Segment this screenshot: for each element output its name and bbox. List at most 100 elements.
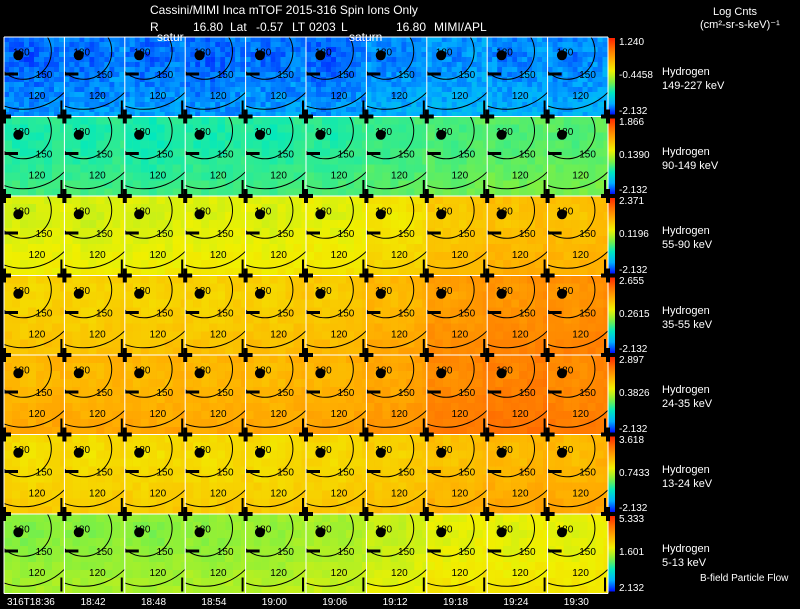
contour-label: 120: [210, 489, 227, 500]
contour-label: 150: [277, 229, 294, 240]
contour-label: 150: [398, 468, 415, 479]
contour-label: 180: [496, 365, 513, 376]
contour-label: 180: [255, 524, 272, 535]
contour-label: 150: [156, 70, 173, 81]
contour-label: 180: [73, 127, 90, 138]
contour-label: 150: [36, 150, 53, 161]
colorbar-max-label: 2.371: [619, 196, 645, 207]
contour-label: 150: [579, 388, 596, 399]
contour-label: 120: [149, 91, 166, 102]
contour-label: 180: [134, 445, 151, 456]
contour-label: 180: [194, 206, 211, 217]
contour-label: 180: [13, 365, 30, 376]
contour-label: 150: [519, 388, 536, 399]
contour-label: 180: [557, 286, 574, 297]
contour-label: 180: [134, 524, 151, 535]
contour-label: 180: [255, 206, 272, 217]
contour-label: 150: [458, 547, 475, 558]
contour-label: 180: [255, 445, 272, 456]
contour-label: 180: [134, 206, 151, 217]
time-tick-label: 19:30: [563, 597, 589, 608]
contour-label: 120: [512, 568, 529, 579]
contour-label: 180: [375, 524, 392, 535]
colorbar-max-label: 1.866: [619, 116, 645, 128]
contour-label: 180: [557, 127, 574, 138]
contour-label: 120: [512, 91, 529, 102]
contour-label: 180: [194, 365, 211, 376]
contour-label: 180: [134, 127, 151, 138]
contour-label: 120: [89, 489, 106, 500]
colorbar: [608, 117, 615, 194]
contour-label: 180: [315, 206, 332, 217]
contour-label: 150: [156, 388, 173, 399]
contour-label: 150: [338, 388, 355, 399]
contour-label: 120: [29, 171, 46, 182]
contour-label: 150: [217, 468, 234, 479]
contour-label: 180: [436, 365, 453, 376]
contour-label: 150: [156, 547, 173, 558]
contour-label: 180: [557, 206, 574, 217]
colorbar-max-label: 1.240: [619, 37, 645, 48]
contour-label: 150: [156, 468, 173, 479]
contour-label: 180: [375, 445, 392, 456]
contour-label: 150: [96, 309, 113, 320]
contour-label: 120: [512, 330, 529, 341]
colorbar-min-label: -2.132: [619, 423, 648, 435]
contour-label: 180: [134, 286, 151, 297]
time-tick-label: 19:24: [503, 597, 529, 608]
contour-label: 180: [375, 127, 392, 138]
contour-label: 150: [277, 547, 294, 558]
l-value: 16.80: [396, 20, 427, 34]
time-tick-label: 316T18:36: [7, 597, 55, 608]
contour-label: 120: [512, 489, 529, 500]
contour-label: 150: [217, 229, 234, 240]
contour-label: 120: [89, 409, 106, 420]
contour-label: 180: [557, 365, 574, 376]
contour-label: 150: [96, 150, 113, 161]
contour-label: 180: [13, 445, 30, 456]
contour-label: 150: [398, 70, 415, 81]
energy-channel-label: Hydrogen 149-227 keV: [662, 66, 725, 92]
colorbar: [608, 435, 615, 512]
contour-label: 120: [149, 409, 166, 420]
contour-label: 150: [156, 150, 173, 161]
contour-label: 180: [375, 206, 392, 217]
contour-label: 120: [451, 250, 468, 261]
contour-label: 120: [29, 250, 46, 261]
colorbar-mid-label: 0.3826: [619, 388, 650, 399]
contour-label: 150: [96, 70, 113, 81]
contour-label: 120: [451, 171, 468, 182]
contour-label: 150: [579, 229, 596, 240]
contour-label: 180: [375, 286, 392, 297]
contour-label: 180: [315, 127, 332, 138]
contour-label: 150: [96, 547, 113, 558]
contour-label: 150: [217, 309, 234, 320]
contour-label: 120: [451, 330, 468, 341]
colorbar-mid-label: 0.7433: [619, 467, 650, 479]
contour-label: 120: [89, 330, 106, 341]
contour-label: 150: [398, 547, 415, 558]
contour-label: 150: [217, 547, 234, 558]
colorbar: [608, 38, 615, 115]
contour-label: 120: [210, 250, 227, 261]
contour-label: 180: [13, 127, 30, 138]
contour-label: 150: [458, 70, 475, 81]
contour-label: 180: [194, 445, 211, 456]
contour-label: 180: [255, 286, 272, 297]
contour-label: 120: [29, 409, 46, 420]
contour-label: 120: [451, 568, 468, 579]
contour-label: 180: [73, 206, 90, 217]
contour-label: 120: [210, 330, 227, 341]
contour-label: 120: [29, 330, 46, 341]
r-value: 16.80: [193, 20, 224, 34]
contour-label: 150: [458, 388, 475, 399]
contour-label: 120: [391, 171, 408, 182]
contour-label: 120: [89, 250, 106, 261]
time-tick-label: 19:12: [382, 597, 408, 608]
contour-label: 150: [36, 547, 53, 558]
contour-label: 120: [270, 330, 287, 341]
contour-label: 180: [73, 524, 90, 535]
contour-label: 150: [96, 229, 113, 240]
contour-label: 150: [519, 70, 536, 81]
contour-label: 180: [496, 127, 513, 138]
